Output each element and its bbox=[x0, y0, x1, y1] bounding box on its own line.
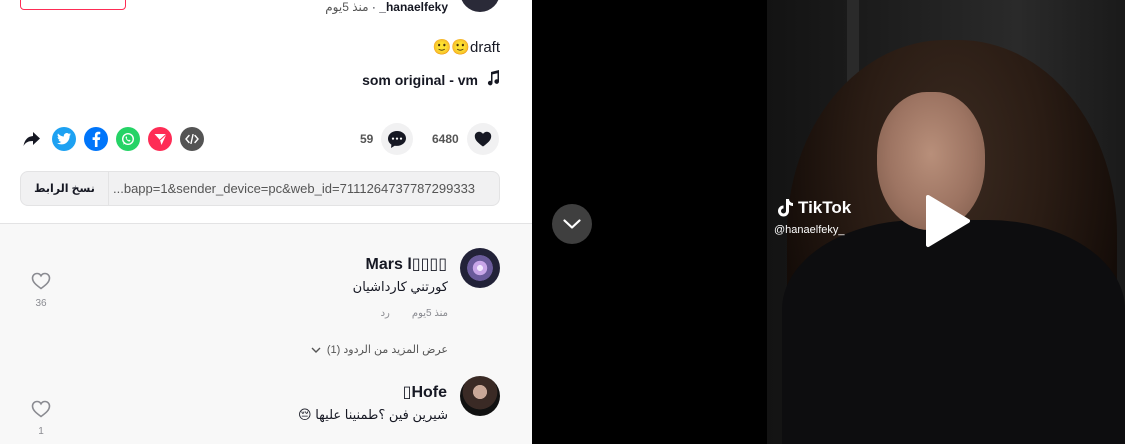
commenter-avatar[interactable] bbox=[460, 248, 500, 288]
post-time: منذ 5يوم bbox=[325, 0, 369, 14]
comment-text: شيرين فين ؟طمنينا عليها 😔 bbox=[298, 407, 448, 422]
heart-icon[interactable] bbox=[466, 123, 499, 155]
music-title[interactable]: som original - vm bbox=[362, 72, 478, 88]
share-link-url[interactable]: ...bapp=1&sender_device=pc&web_id=711126… bbox=[109, 181, 499, 196]
watermark-handle: @hanaelfeky_ bbox=[774, 224, 845, 236]
comment-like-count: 1 bbox=[38, 426, 44, 437]
share-link-box: نسخ الرابط ...bapp=1&sender_device=pc&we… bbox=[20, 171, 500, 206]
share-arrow-icon[interactable] bbox=[20, 127, 44, 151]
video-caption: 🙂🙂draft bbox=[433, 38, 500, 56]
follow-button[interactable] bbox=[20, 0, 126, 10]
view-more-replies[interactable]: عرض المزيد من الردود (1) bbox=[311, 343, 448, 356]
comment-like[interactable]: 36 bbox=[31, 272, 51, 309]
collapse-button[interactable] bbox=[552, 204, 592, 244]
telegram-icon[interactable] bbox=[148, 127, 172, 151]
comment-text: كورتني كارداشيان bbox=[352, 279, 448, 294]
likes-count: 6480 bbox=[432, 132, 459, 146]
chevron-down-icon[interactable] bbox=[563, 219, 581, 229]
comment-time: منذ 5يوم bbox=[411, 308, 448, 319]
author-line: hanaelfeky_ · منذ 5يوم bbox=[325, 0, 448, 14]
music-note-icon bbox=[486, 70, 500, 89]
author-username[interactable]: hanaelfeky_ bbox=[379, 0, 448, 14]
chevron-down-icon bbox=[311, 344, 321, 356]
comment-icon[interactable] bbox=[381, 123, 414, 155]
heart-outline-icon[interactable] bbox=[31, 272, 51, 290]
play-button[interactable] bbox=[924, 193, 972, 249]
copy-link-button[interactable]: نسخ الرابط bbox=[21, 172, 109, 205]
commenter-name[interactable]: ▯Hofe bbox=[403, 382, 447, 402]
comments-stat[interactable]: 59 bbox=[360, 123, 414, 155]
music-link[interactable]: som original - vm bbox=[362, 70, 500, 89]
comments-list: Mars l▯▯▯▯ كورتني كارداشيان منذ 5يوم رد … bbox=[0, 224, 532, 444]
commenter-name[interactable]: Mars l▯▯▯▯ bbox=[366, 254, 447, 274]
share-icons-row bbox=[20, 127, 204, 151]
likes-stat[interactable]: 6480 bbox=[432, 123, 499, 155]
comments-count: 59 bbox=[360, 132, 374, 146]
comment-like[interactable]: 1 bbox=[31, 400, 51, 437]
tiktok-logo-icon bbox=[778, 199, 793, 217]
caption-text: draft bbox=[469, 39, 500, 56]
video-subject-body bbox=[782, 220, 1125, 444]
video-detail-panel: hanaelfeky_ · منذ 5يوم 🙂🙂draft som origi… bbox=[0, 0, 532, 444]
embed-icon[interactable] bbox=[180, 127, 204, 151]
tiktok-brand: TikTok bbox=[798, 198, 852, 217]
view-more-replies-label[interactable]: عرض المزيد من الردود (1) bbox=[327, 343, 448, 356]
whatsapp-icon[interactable] bbox=[116, 127, 140, 151]
author-separator: · bbox=[371, 0, 376, 14]
heart-outline-icon[interactable] bbox=[31, 400, 51, 418]
commenter-avatar[interactable] bbox=[460, 376, 500, 416]
twitter-icon[interactable] bbox=[52, 127, 76, 151]
video-player[interactable]: TikTok @hanaelfeky_ bbox=[532, 0, 1125, 444]
tiktok-watermark: TikTok bbox=[778, 198, 851, 218]
caption-emojis: 🙂🙂 bbox=[432, 39, 470, 56]
play-icon[interactable] bbox=[924, 193, 972, 249]
reply-button[interactable]: رد bbox=[381, 308, 390, 319]
author-avatar[interactable] bbox=[460, 0, 500, 12]
facebook-icon[interactable] bbox=[84, 127, 108, 151]
comment-like-count: 36 bbox=[35, 298, 47, 309]
comment-meta: منذ 5يوم رد bbox=[381, 308, 448, 319]
